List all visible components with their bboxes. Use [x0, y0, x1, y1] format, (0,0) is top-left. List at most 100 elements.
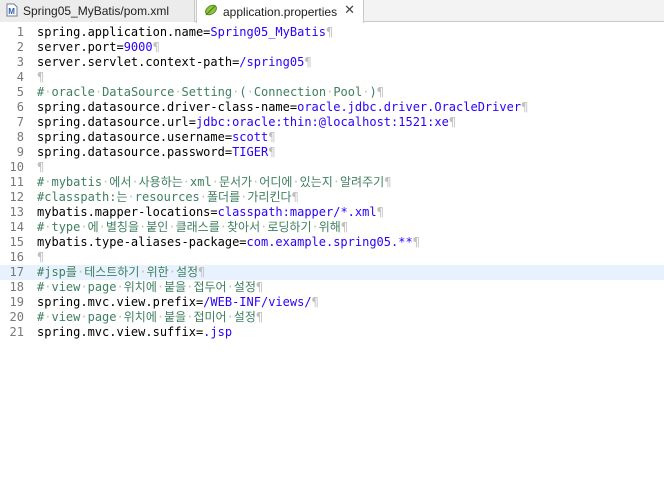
eol-marker: ¶ [412, 235, 420, 249]
line-number: 2 [16, 40, 24, 54]
close-icon[interactable]: ✕ [344, 3, 355, 18]
eol-marker: ¶ [521, 100, 529, 114]
code-line[interactable]: 16 ¶ [0, 250, 664, 265]
tab-pom-xml[interactable]: M Spring05_MyBatis/pom.xml [0, 0, 195, 22]
line-content: spring.datasource.url=jdbc:oracle:thin:@… [37, 115, 456, 130]
space-marker: · [182, 175, 191, 189]
property-key: spring.application.name= [37, 25, 211, 39]
code-editor[interactable]: 1 spring.application.name=Spring05_MyBati… [0, 23, 664, 481]
code-line[interactable]: 18 # view page 위치에 붙을 접두어 설정#·view·page·위… [0, 280, 664, 295]
code-line[interactable]: 5 # oracle DataSource Setting ( Connectio… [0, 85, 664, 100]
eol-marker: ¶ [268, 145, 276, 159]
comment-word: page [87, 310, 117, 324]
eol-marker: ¶ [37, 160, 45, 174]
code-line[interactable]: 6 spring.datasource.driver-class-name=ora… [0, 100, 664, 115]
comment-word: 알려주기 [340, 175, 385, 189]
space-marker: · [98, 220, 106, 234]
line-content: #classpath:는 resources 폴더를 가리킨다#classpat… [37, 190, 299, 205]
property-key: server.port= [37, 40, 124, 54]
code-line[interactable]: 21 spring.mvc.view.suffix=.jsp [0, 325, 664, 340]
line-number: 13 [9, 205, 24, 219]
code-line[interactable]: 13 mybatis.mapper-locations=classpath:map… [0, 205, 664, 220]
eol-marker: ¶ [37, 250, 45, 264]
code-line[interactable]: 12 #classpath:는 resources 폴더를 가리킨다#classp… [0, 190, 664, 205]
tab-label: application.properties [223, 4, 338, 19]
line-content: mybatis.mapper-locations=classpath:mappe… [37, 205, 384, 220]
comment-word: ) [369, 85, 377, 99]
comment-word: page [87, 280, 117, 294]
eol-marker: ¶ [325, 25, 334, 39]
line-number: 12 [9, 190, 24, 204]
comment-word: 위해 [318, 220, 341, 234]
property-key: spring.datasource.username= [37, 130, 233, 144]
space-marker: · [219, 220, 227, 234]
comment-word: 설정 [175, 265, 199, 279]
comment-word: 문서가 [218, 175, 253, 189]
eol-marker: ¶ [255, 310, 264, 324]
line-content: spring.datasource.password=TIGER¶ [37, 145, 275, 160]
svg-text:M: M [8, 7, 15, 16]
line-content: mybatis.type-aliases-package=com.example… [37, 235, 420, 250]
comment-word: 붙을 [164, 310, 187, 324]
comment-word: 클래스를 [175, 220, 220, 234]
maven-file-icon: M [6, 3, 18, 20]
code-line[interactable]: 1 spring.application.name=Spring05_MyBati… [0, 25, 664, 40]
comment-word: 위치에 [123, 280, 157, 294]
line-content: spring.application.name=Spring05_MyBatis… [37, 25, 333, 40]
comment-word: 있는지 [299, 175, 333, 189]
code-line[interactable]: 11 # mybatis 에서 사용하는 xml 문서가 어디에 있는지 알려주기… [0, 175, 664, 190]
code-line[interactable]: 10 ¶ [0, 160, 664, 175]
comment-word: 붙을 [164, 280, 187, 294]
space-marker: · [199, 190, 208, 204]
space-marker: · [332, 175, 341, 189]
line-number: 14 [9, 220, 24, 234]
property-value: jdbc:oracle:thin:@localhost:1521:xe [195, 115, 449, 129]
comment-word: #jsp를 [37, 265, 77, 279]
line-number: 20 [9, 310, 24, 324]
space-marker: · [80, 310, 88, 324]
eol-marker: ¶ [152, 40, 160, 54]
code-line[interactable]: 9 spring.datasource.password=TIGER¶ [0, 145, 664, 160]
property-value: Spring05_MyBatis [210, 25, 326, 39]
comment-word: 설정 [233, 280, 256, 294]
line-number: 17 [9, 265, 24, 279]
space-marker: · [127, 190, 135, 204]
line-number: 11 [9, 175, 24, 189]
line-content: server.port=9000¶ [37, 40, 160, 55]
property-value: TIGER [232, 145, 269, 159]
space-marker: · [292, 175, 300, 189]
comment-word: 테스트하기 [84, 265, 140, 279]
comment-word: 붙인 [146, 220, 169, 234]
code-line[interactable]: 17#jsp를 테스트하기 위한 설정#jsp를·테스트하기·위한·설정¶ [0, 265, 664, 280]
properties-file-icon [204, 3, 218, 20]
code-line[interactable]: 20 # view page 위치에 붙을 접미어 설정#·view·page·위… [0, 310, 664, 325]
code-line[interactable]: 8 spring.datasource.username=scott¶ [0, 130, 664, 145]
property-value: com.example.spring05.** [246, 235, 413, 249]
line-content: spring.datasource.driver-class-name=orac… [37, 100, 528, 115]
code-line[interactable]: 4 ¶ [0, 70, 664, 85]
tab-application-properties[interactable]: application.properties ✕ [196, 0, 364, 23]
line-number: 3 [16, 55, 24, 69]
eol-marker: ¶ [340, 220, 349, 234]
line-content: spring.mvc.view.prefix=/WEB-INF/views/¶ [37, 295, 319, 310]
line-number: 9 [16, 145, 24, 159]
line-number: 21 [9, 325, 24, 339]
line-content: spring.datasource.username=scott¶ [37, 130, 275, 145]
code-line[interactable]: 19 spring.mvc.view.prefix=/WEB-INF/views/… [0, 295, 664, 310]
code-line[interactable]: 2 server.port=9000¶ [0, 40, 664, 55]
code-line[interactable]: 15 mybatis.type-aliases-package=com.examp… [0, 235, 664, 250]
space-marker: · [80, 280, 88, 294]
comment-word: type [51, 220, 81, 234]
comment-word: Setting [181, 85, 233, 99]
line-content: ¶ [37, 160, 44, 175]
code-line[interactable]: 3 server.servlet.context-path=/spring05¶ [0, 55, 664, 70]
space-marker: · [116, 310, 124, 324]
code-line[interactable]: 14 # type 에 별칭을 붙인 클래스를 찾아서 로딩하기 위해#·type… [0, 220, 664, 235]
eol-marker: ¶ [384, 175, 392, 189]
space-marker: · [226, 280, 234, 294]
tab-label: Spring05_MyBatis/pom.xml [23, 4, 170, 18]
line-number: 10 [9, 160, 24, 174]
line-content: # view page 위치에 붙을 접두어 설정#·view·page·위치에… [37, 280, 263, 295]
code-line[interactable]: 7 spring.datasource.url=jdbc:oracle:thin:… [0, 115, 664, 130]
property-key: spring.datasource.password= [37, 145, 233, 159]
